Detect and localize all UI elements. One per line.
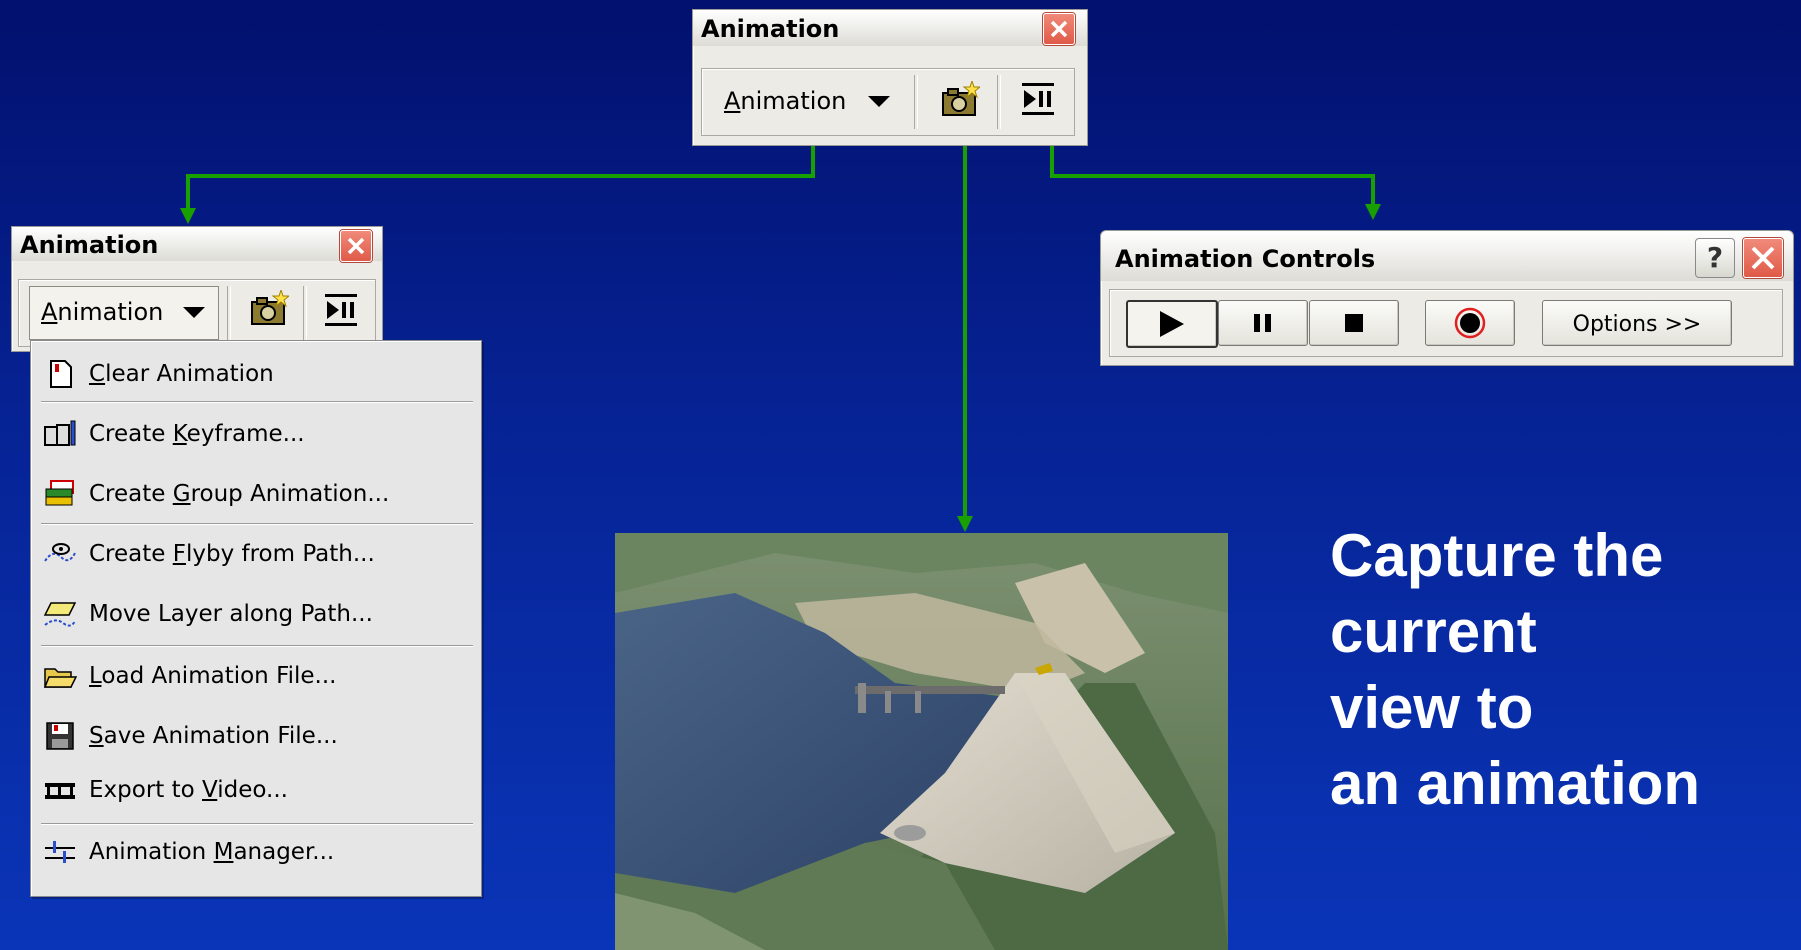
menu-item-clear-animation[interactable]: Clear Animation (31, 349, 481, 399)
toolbar-separator (997, 75, 1001, 129)
help-icon: ? (1706, 241, 1724, 274)
close-button[interactable] (1743, 238, 1783, 278)
caption-line: current (1330, 598, 1537, 665)
menu-item-save-animation-file[interactable]: Save Animation File... (31, 711, 481, 761)
menu-item-create-group-animation[interactable]: Create Group Animation... (31, 469, 481, 519)
caption-line: view to (1330, 674, 1534, 741)
record-icon (1454, 307, 1486, 339)
animation-dropdown-menu: Clear Animation Create Keyframe... Creat… (30, 340, 482, 897)
menu-item-export-to-video[interactable]: Export to Video... (31, 765, 481, 815)
pause-icon (1254, 314, 1271, 332)
toolbar-title: Animation (701, 15, 840, 43)
animation-toolbar-left: Animation Animation (11, 226, 383, 352)
menu-item-move-layer-along-path[interactable]: Move Layer along Path... (31, 589, 481, 639)
caption-line: an animation (1330, 750, 1701, 817)
record-button[interactable] (1425, 300, 1515, 346)
stop-icon (1345, 314, 1363, 332)
pause-button[interactable] (1218, 300, 1308, 346)
menu-item-load-animation-file[interactable]: Load Animation File... (31, 651, 481, 701)
dam-scene-view (615, 533, 1228, 950)
menu-item-create-flyby[interactable]: Create Flyby from Path... (31, 529, 481, 579)
arrowhead-scene (957, 516, 973, 532)
open-folder-icon (43, 668, 77, 688)
film-strip-icon (45, 783, 75, 799)
controls-body: Options >> (1109, 289, 1783, 357)
caption-text: Capture the current view to an animation (1330, 518, 1700, 822)
group-animation-icon (45, 480, 74, 506)
move-layer-path-icon (43, 602, 77, 627)
chevron-down-icon (868, 96, 890, 107)
menu-item-create-keyframe[interactable]: Create Keyframe... (31, 409, 481, 459)
toolbar-separator (303, 286, 307, 340)
play-button[interactable] (1126, 300, 1218, 348)
menu-separator (41, 823, 473, 825)
options-button[interactable]: Options >> (1542, 300, 1732, 346)
close-button[interactable] (340, 230, 372, 262)
menu-item-animation-manager[interactable]: Animation Manager... (31, 827, 481, 877)
animation-controls-window: Animation Controls ? Options >> (1100, 230, 1794, 366)
arrowhead-menu (180, 208, 196, 224)
toolbar-body: Animation (701, 68, 1075, 136)
play-pause-icon[interactable] (1020, 81, 1056, 117)
camera-icon[interactable] (940, 81, 980, 119)
toolbar-titlebar[interactable]: Animation (12, 227, 382, 262)
chevron-down-icon (183, 307, 205, 318)
toolbar-separator (914, 75, 918, 129)
toolbar-separator (227, 286, 231, 340)
arrowhead-controls (1365, 204, 1381, 220)
close-icon (1050, 20, 1068, 38)
play-icon (1160, 311, 1184, 337)
animation-manager-icon (45, 841, 75, 863)
create-keyframe-icon (44, 420, 76, 446)
menu-separator (41, 645, 473, 647)
toolbar-title: Animation (20, 231, 159, 259)
dam-reservoir-3d-view (615, 533, 1228, 950)
caption-line: Capture the (1330, 522, 1664, 589)
flyby-icon (44, 543, 76, 562)
animation-dropdown-button[interactable]: Animation (41, 298, 205, 326)
animation-toolbar-top: Animation Animation (692, 9, 1088, 146)
toolbar-body: Animation (18, 279, 376, 347)
menu-separator (41, 523, 473, 525)
controls-title: Animation Controls (1115, 245, 1376, 273)
stop-button[interactable] (1309, 300, 1399, 346)
save-floppy-icon (46, 722, 74, 750)
close-button[interactable] (1043, 13, 1075, 45)
close-icon (1751, 246, 1775, 270)
clear-animation-icon (50, 360, 72, 388)
arrow-to-controls (1050, 130, 1375, 208)
menu-separator (41, 401, 473, 403)
close-icon (347, 237, 365, 255)
help-button[interactable]: ? (1695, 238, 1735, 278)
toolbar-titlebar[interactable]: Animation (693, 10, 1087, 46)
camera-icon[interactable] (249, 290, 289, 328)
play-pause-icon[interactable] (323, 292, 359, 328)
controls-titlebar[interactable]: Animation Controls ? (1101, 231, 1793, 281)
animation-dropdown-button[interactable]: Animation (724, 87, 890, 115)
